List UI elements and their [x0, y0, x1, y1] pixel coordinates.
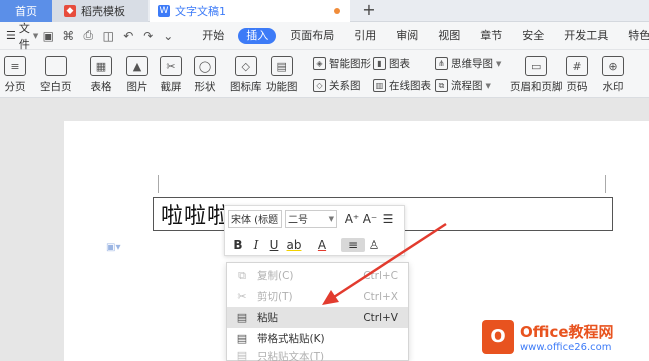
arrow-head — [322, 290, 339, 305]
arrow-shaft — [333, 222, 447, 299]
office-logo-icon: O — [482, 319, 514, 354]
site-watermark: O Office教程网 www.office26.com — [482, 312, 649, 361]
watermark-title: Office教程网 — [520, 322, 614, 341]
annotation-arrow — [322, 222, 447, 305]
watermark-url: www.office26.com — [520, 341, 612, 353]
